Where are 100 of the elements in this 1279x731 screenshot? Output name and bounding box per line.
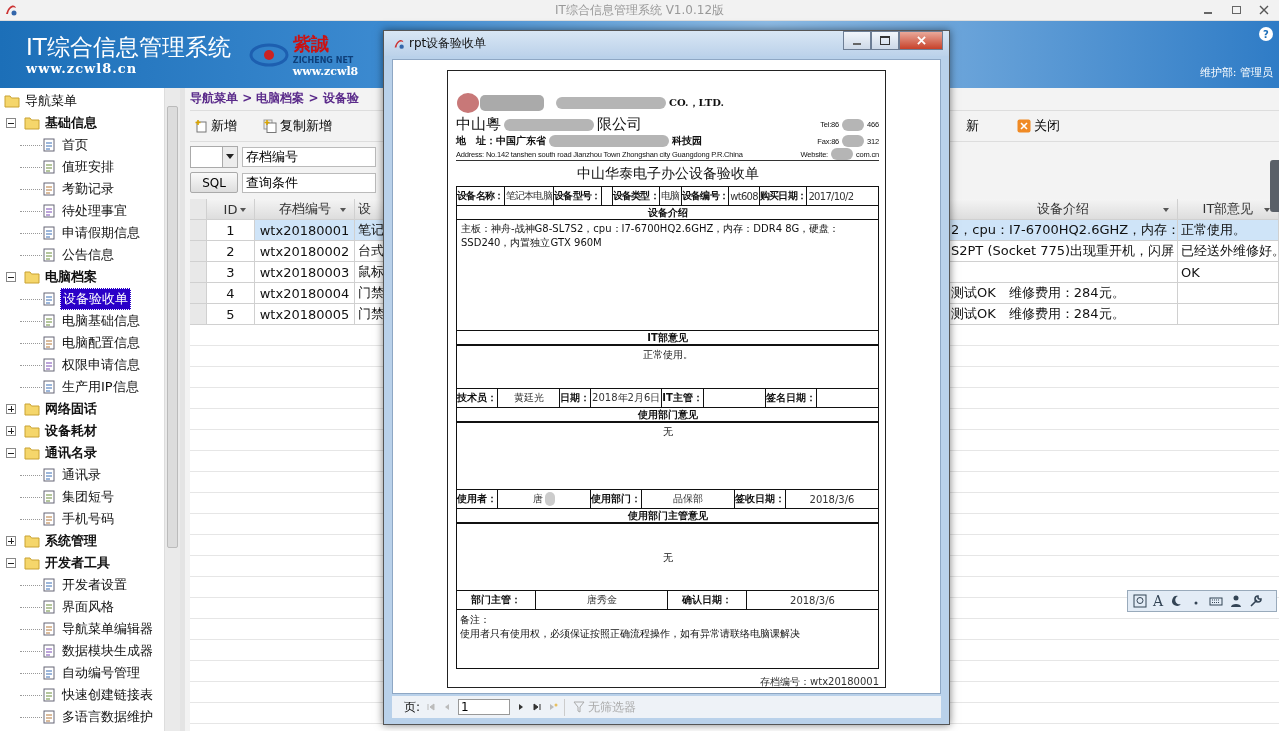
tree-item[interactable]: 集团短号 xyxy=(60,487,116,507)
table-cell: 笔记 xyxy=(358,221,384,239)
redaction-mark xyxy=(842,135,865,147)
tree-root[interactable]: 导航菜单 xyxy=(23,91,79,111)
archive-number: 存档编号：wtx20180001 xyxy=(760,676,879,687)
column-header[interactable]: ID xyxy=(207,199,255,220)
expander-toggle[interactable] xyxy=(6,272,16,282)
tree-item[interactable]: 手机号码 xyxy=(60,509,116,529)
note-label: 备注： xyxy=(460,613,491,627)
tree-item[interactable]: 值班安排 xyxy=(60,157,116,177)
tree-item[interactable]: 开发者设置 xyxy=(60,575,129,595)
field-select[interactable]: 存档编号 xyxy=(242,146,376,167)
tree-group[interactable]: 设备耗材 xyxy=(43,421,99,441)
tree-item[interactable]: 电脑基础信息 xyxy=(60,311,142,331)
field-label: 使用部门： xyxy=(591,490,642,508)
expander-toggle[interactable] xyxy=(6,404,16,414)
expander-toggle[interactable] xyxy=(6,448,16,458)
close-button[interactable]: 关闭 xyxy=(1013,115,1064,137)
tree-item[interactable]: 设备验收单 xyxy=(60,288,131,310)
expander-toggle[interactable] xyxy=(6,558,16,568)
help-button[interactable]: ? xyxy=(1259,27,1273,41)
table-cell: 门禁 xyxy=(358,284,384,302)
tree-group[interactable]: 开发者工具 xyxy=(43,553,112,573)
page-icon xyxy=(42,468,56,482)
tree-item[interactable]: 生产用IP信息 xyxy=(60,377,141,397)
folder-icon xyxy=(24,446,40,460)
field-value: 唐 xyxy=(533,492,543,506)
page-field[interactable]: 1 xyxy=(458,699,511,715)
tree-item[interactable]: 权限申请信息 xyxy=(60,355,142,375)
tree-item[interactable]: 首页 xyxy=(60,135,90,155)
person-icon[interactable] xyxy=(1229,594,1244,608)
page-icon xyxy=(42,666,56,680)
page-icon xyxy=(42,314,56,328)
field-label: 部门主管： xyxy=(457,591,536,609)
dropdown-arrow-icon[interactable] xyxy=(340,208,346,212)
tree-item[interactable]: 公告信息 xyxy=(60,245,116,265)
tree-item[interactable]: 导航菜单编辑器 xyxy=(60,619,155,639)
field-label: 确认日期： xyxy=(668,591,747,609)
tree-group[interactable]: 基础信息 xyxy=(43,113,99,133)
table-cell: 正常使用。 xyxy=(1181,221,1246,239)
page-icon xyxy=(42,380,56,394)
field-value: 2018年2月6日 xyxy=(592,391,661,405)
font-button[interactable]: A xyxy=(1153,593,1164,609)
folder-icon xyxy=(24,270,40,284)
wrench-icon[interactable] xyxy=(1249,594,1264,608)
tree-group[interactable]: 通讯名录 xyxy=(43,443,99,463)
table-cell: 4 xyxy=(207,283,255,304)
tree-group[interactable]: 网络固话 xyxy=(43,399,99,419)
field-value: wt608 xyxy=(730,190,758,202)
field-value: 2018/3/6 xyxy=(790,594,835,606)
report-title: 中山华泰电子办公设备验收单 xyxy=(575,165,760,183)
tree-group[interactable]: 电脑档案 xyxy=(43,267,99,287)
minimize-button[interactable] xyxy=(843,31,871,50)
tree-item[interactable]: 界面风格 xyxy=(60,597,116,617)
new-button[interactable]: 新增 xyxy=(190,115,241,137)
splitter-handle[interactable] xyxy=(180,88,185,731)
page-icon xyxy=(42,622,56,636)
maximize-button[interactable] xyxy=(871,31,899,50)
redaction-mark xyxy=(545,492,555,506)
expander-toggle[interactable] xyxy=(6,536,16,546)
query-field[interactable]: 查询条件 xyxy=(242,172,376,193)
table-cell: OK xyxy=(1181,264,1200,280)
page-icon xyxy=(42,292,56,306)
table-cell: 台式 xyxy=(358,242,384,260)
copy-new-button[interactable]: 复制新增 xyxy=(259,115,336,137)
tree-item[interactable]: 考勤记录 xyxy=(60,179,116,199)
expander-toggle[interactable] xyxy=(6,118,16,128)
field-label: 购买日期： xyxy=(759,187,808,205)
logo-subtext: ZICHENG NET xyxy=(292,55,355,65)
tree-item[interactable]: 通讯录 xyxy=(60,465,103,485)
expander-toggle[interactable] xyxy=(6,426,16,436)
table-cell: wtx20180004 xyxy=(255,283,355,304)
tree-item[interactable]: 数据模块生成器 xyxy=(60,641,155,661)
field-value: 唐秀金 xyxy=(586,593,617,607)
field-label: IT主管： xyxy=(662,389,704,407)
tree-group[interactable]: 系统管理 xyxy=(43,531,99,551)
page-icon xyxy=(42,600,56,614)
tree-item[interactable]: 电脑配置信息 xyxy=(60,333,142,353)
keyboard-icon[interactable] xyxy=(1209,594,1224,608)
opinion-text: 无 xyxy=(662,551,673,565)
tree-item[interactable]: 快速创建链接表 xyxy=(60,685,155,705)
window-title: rpt设备验收单 xyxy=(409,35,487,52)
dropdown-arrow-icon[interactable] xyxy=(240,208,246,212)
company-name-en: CO.，LTD. xyxy=(669,96,725,110)
tree-item[interactable]: 申请假期信息 xyxy=(60,223,142,243)
refresh-button[interactable]: 新 xyxy=(962,115,983,137)
dropdown-arrow-icon[interactable] xyxy=(1163,208,1169,212)
tree-item[interactable]: 待处理事宜 xyxy=(60,201,129,221)
last-page-icon[interactable] xyxy=(532,702,543,712)
dropdown-arrow-icon[interactable] xyxy=(1264,208,1270,212)
scrollbar[interactable] xyxy=(164,88,180,731)
search-icon[interactable] xyxy=(1133,594,1147,608)
sql-button[interactable]: SQL xyxy=(190,172,238,193)
address-text: 地 址：中国广东省 xyxy=(456,134,546,148)
field-label: 使用者： xyxy=(457,490,498,508)
close-button[interactable] xyxy=(899,31,943,50)
field-value: 品保部 xyxy=(673,492,703,506)
copy-page-icon xyxy=(263,119,277,133)
tree-item[interactable]: 自动编号管理 xyxy=(60,663,142,683)
tree-item[interactable]: 多语言数据维护 xyxy=(60,707,155,727)
